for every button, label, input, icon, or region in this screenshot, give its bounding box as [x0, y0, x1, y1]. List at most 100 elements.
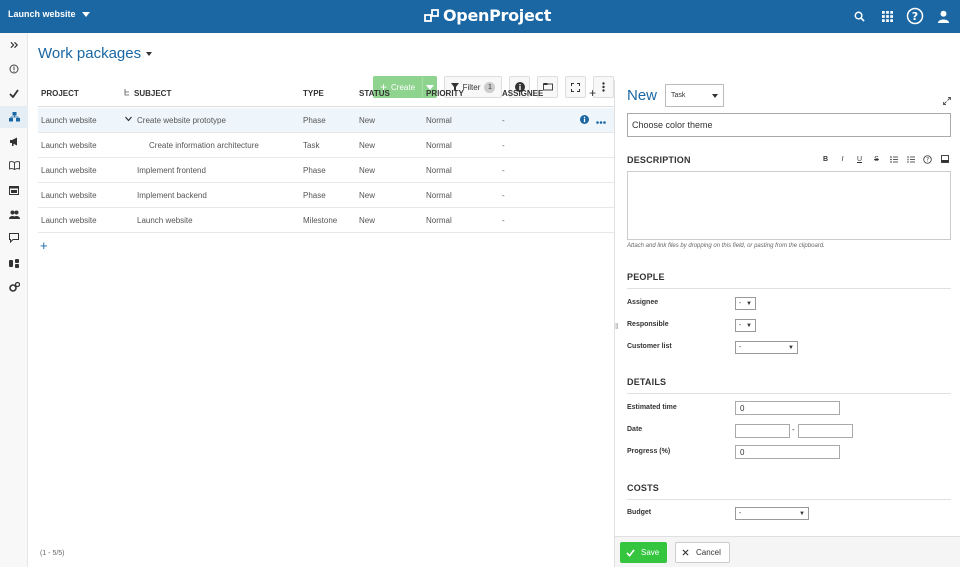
estimated-time-input[interactable]: 0 — [735, 401, 840, 415]
row-assignee: - — [502, 116, 505, 125]
settings-icon[interactable] — [0, 276, 28, 298]
hierarchy-icon[interactable] — [124, 89, 130, 99]
panel-title: New — [627, 87, 658, 104]
save-button-label: Save — [641, 548, 660, 557]
add-column-button[interactable]: + — [589, 86, 596, 100]
progress-input[interactable]: 0 — [735, 445, 840, 459]
table-row[interactable]: Launch website Implement backend Phase N… — [38, 183, 614, 208]
table-row[interactable]: Launch website Launch website Milestone … — [38, 208, 614, 233]
row-assignee: - — [502, 141, 505, 150]
help-icon[interactable]: ? — [923, 154, 932, 164]
overview-icon[interactable] — [0, 58, 28, 80]
column-header-status[interactable]: STATUS — [359, 89, 390, 98]
collapse-chevron-icon[interactable] — [125, 115, 132, 124]
save-button[interactable]: Save — [620, 542, 667, 563]
row-info-icon[interactable] — [580, 115, 589, 126]
customer-list-select[interactable]: - ▼ — [735, 341, 798, 354]
description-editor[interactable] — [627, 171, 951, 240]
news-icon[interactable] — [0, 130, 28, 152]
assignee-label: Assignee — [627, 299, 659, 306]
help-icon[interactable]: ? — [904, 5, 926, 27]
estimated-time-label: Estimated time — [627, 404, 677, 411]
divider — [627, 393, 951, 394]
row-more-icon[interactable] — [596, 117, 606, 126]
row-assignee: - — [502, 166, 505, 175]
page-title-text: Work packages — [38, 45, 142, 62]
column-header-project[interactable]: PROJECT — [41, 89, 79, 98]
start-date-input[interactable] — [735, 424, 790, 438]
chevron-down-icon — [712, 93, 718, 98]
numbered-list-icon[interactable] — [906, 154, 915, 164]
column-header-priority[interactable]: PRIORITY — [426, 89, 464, 98]
row-type: Phase — [303, 166, 326, 175]
assignee-select[interactable]: - ▼ — [735, 297, 756, 310]
table-row[interactable]: Launch website Create website prototype … — [38, 108, 614, 133]
bold-button[interactable]: B — [821, 154, 830, 164]
column-header-assignee[interactable]: ASSIGNEE — [502, 89, 543, 98]
activity-check-icon[interactable] — [0, 82, 28, 104]
costs-heading: COSTS — [627, 483, 660, 493]
search-icon[interactable] — [848, 5, 870, 27]
user-avatar-icon[interactable] — [932, 5, 954, 27]
budget-label: Budget — [627, 509, 652, 516]
toggle-sidebar-icon[interactable] — [0, 34, 28, 56]
budget-select[interactable]: - ▼ — [735, 507, 809, 520]
row-status: New — [359, 216, 376, 225]
date-separator: - — [792, 425, 795, 434]
forums-icon[interactable] — [0, 227, 28, 249]
row-priority: Normal — [426, 141, 452, 150]
modules-grid-icon[interactable] — [876, 5, 898, 27]
work-packages-main: Work packages + Create Filter 1 PROJECT — [28, 33, 614, 567]
bullet-list-icon[interactable] — [889, 154, 898, 164]
progress-value: 0 — [740, 447, 745, 457]
row-priority: Normal — [426, 216, 452, 225]
divider — [627, 288, 951, 289]
row-status: New — [359, 166, 376, 175]
responsible-label: Responsible — [627, 321, 669, 328]
row-project: Launch website — [41, 116, 97, 125]
dropdown-caret-icon: ▼ — [746, 322, 752, 329]
description-heading: DESCRIPTION — [627, 155, 691, 165]
expand-icon[interactable] — [943, 92, 951, 110]
underline-button[interactable]: U — [855, 154, 864, 164]
subject-input[interactable] — [627, 113, 951, 137]
column-header-subject[interactable]: SUBJECT — [134, 89, 171, 98]
row-subject[interactable]: Implement frontend — [137, 166, 206, 175]
italic-button[interactable]: I — [838, 154, 847, 164]
details-heading: DETAILS — [627, 377, 667, 387]
wiki-icon[interactable] — [0, 154, 28, 176]
add-work-package-button[interactable]: + — [40, 238, 48, 253]
strikethrough-button[interactable]: S — [872, 154, 881, 164]
preview-icon[interactable] — [940, 154, 949, 164]
budget-select-value: - — [739, 510, 742, 517]
row-subject[interactable]: Create website prototype — [137, 116, 226, 125]
table-row[interactable]: Launch website Create information archit… — [38, 133, 614, 158]
type-select[interactable]: Task — [665, 84, 724, 107]
pagination-info: (1 - 5/5) — [40, 550, 65, 557]
responsible-select-value: - — [739, 322, 742, 329]
page-title[interactable]: Work packages — [38, 45, 153, 62]
date-label: Date — [627, 426, 643, 433]
dropdown-caret-icon: ▼ — [788, 344, 794, 351]
close-icon — [682, 549, 689, 556]
row-type: Phase — [303, 116, 326, 125]
column-header-type[interactable]: TYPE — [303, 89, 324, 98]
due-date-input[interactable] — [798, 424, 853, 438]
row-subject[interactable]: Launch website — [137, 216, 193, 225]
top-header: Launch website OpenProject ? — [0, 0, 960, 33]
dropdown-caret-icon: ▼ — [746, 300, 752, 307]
row-subject[interactable]: Implement backend — [137, 191, 207, 200]
row-subject[interactable]: Create information architecture — [149, 141, 259, 150]
project-selector[interactable]: Launch website — [8, 9, 90, 19]
calendar-icon[interactable] — [0, 179, 28, 201]
row-priority: Normal — [426, 191, 452, 200]
estimated-time-value: 0 — [740, 403, 745, 413]
work-packages-icon[interactable] — [0, 106, 28, 128]
budgets-icon[interactable] — [0, 252, 28, 274]
openproject-logo[interactable]: OpenProject — [424, 6, 551, 25]
customer-list-select-value: - — [739, 344, 742, 351]
responsible-select[interactable]: - ▼ — [735, 319, 756, 332]
table-row[interactable]: Launch website Implement frontend Phase … — [38, 158, 614, 183]
members-icon[interactable] — [0, 203, 28, 225]
cancel-button[interactable]: Cancel — [675, 542, 730, 563]
